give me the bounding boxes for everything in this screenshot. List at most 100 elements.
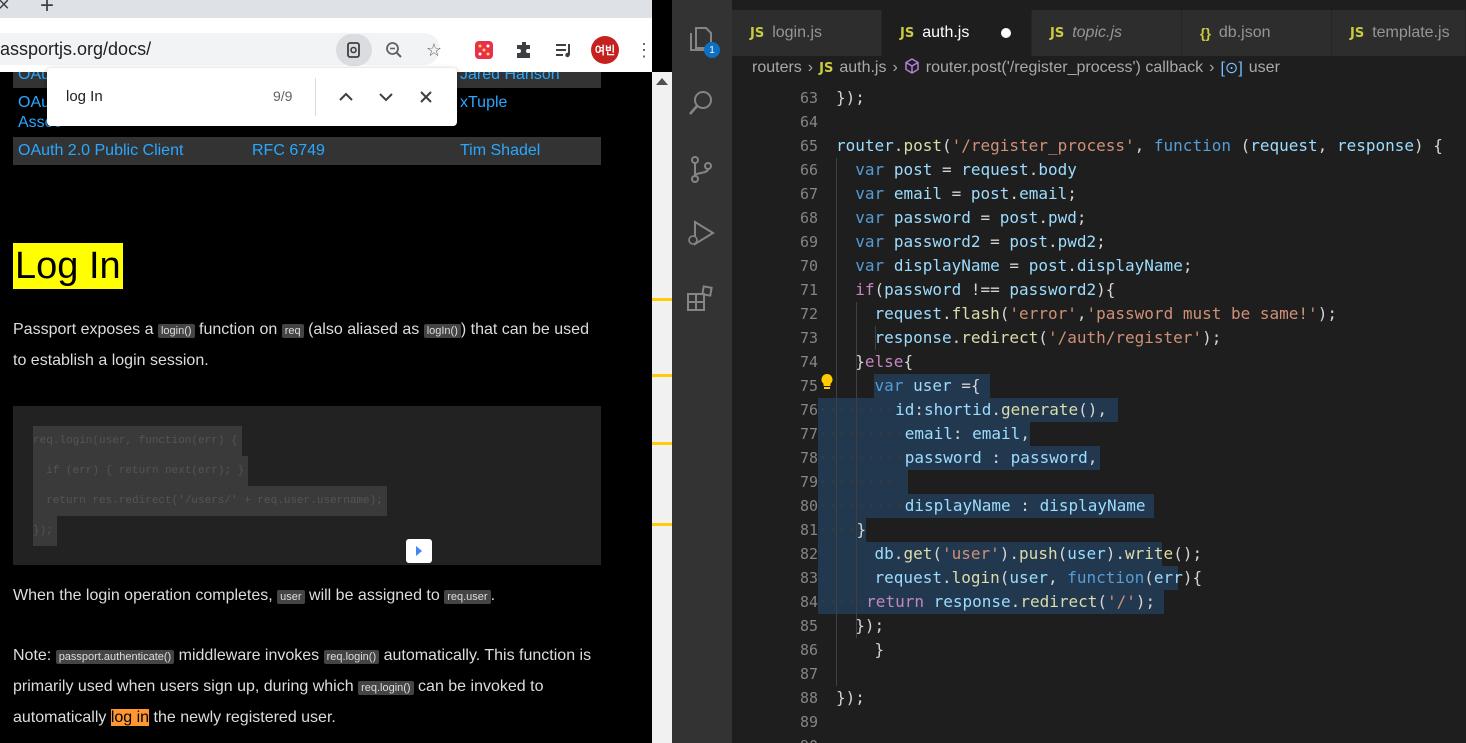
code-line: });	[836, 616, 885, 635]
line-number: 64	[799, 113, 818, 131]
table-cell[interactable]: OAu	[18, 72, 50, 84]
table-cell[interactable]: xTuple	[460, 94, 507, 112]
js-file-icon: JS	[1350, 25, 1365, 41]
line-number: 90	[758, 734, 818, 743]
media-queue-icon[interactable]	[552, 38, 576, 62]
inline-code: user	[277, 590, 305, 604]
table-cell[interactable]: RFC 6749	[252, 142, 325, 160]
code-block: req.login(user, function(err) { if (err)…	[13, 406, 601, 565]
line-number: 89	[799, 713, 818, 731]
line-number: 70	[799, 257, 818, 275]
text: the newly registered user.	[149, 709, 336, 726]
line-number: 87	[799, 665, 818, 683]
table-cell[interactable]: OAu	[18, 94, 50, 112]
variable-icon: [⊙]	[1220, 60, 1243, 77]
find-marker	[652, 442, 672, 445]
code-line: response.redirect('/auth/register');	[874, 328, 1222, 347]
inline-code: passport.authenticate()	[55, 650, 175, 664]
tab-template-js[interactable]: JS template.js	[1332, 10, 1466, 56]
line-number: 83	[799, 569, 818, 587]
code-line: ·····return response.redirect('/');	[818, 592, 1156, 611]
tab-db-json[interactable]: {} db.json	[1182, 10, 1332, 56]
table-cell[interactable]: OAuth 2.0 Public Client	[18, 142, 183, 160]
inline-code: req	[281, 324, 304, 338]
editor-tabs: JS login.js JS auth.js JS topic.js {} db.jso…	[732, 10, 1466, 56]
unsaved-dot-icon[interactable]	[1001, 28, 1012, 38]
chevron-right-icon: ›	[1209, 59, 1215, 76]
code-line: ·········email: email,	[818, 424, 1030, 443]
chevron-right-icon: ›	[807, 59, 814, 76]
tab-auth-js[interactable]: JS auth.js	[882, 10, 1032, 56]
paragraph-login: Passport exposes a login() function on r…	[13, 315, 603, 376]
tab-label: login.js	[772, 24, 823, 41]
js-file-icon: JS	[1050, 25, 1065, 41]
method-cube-icon	[904, 57, 920, 79]
breadcrumb-variable[interactable]: user	[1249, 59, 1280, 77]
js-file-icon: JS	[819, 60, 834, 76]
line-number: 81	[799, 521, 818, 539]
find-marker	[652, 298, 672, 301]
line-number: 82	[799, 545, 818, 563]
bookmark-star-icon[interactable]: ☆	[422, 38, 446, 62]
chevron-down-icon[interactable]	[373, 84, 399, 110]
json-file-icon: {}	[1200, 25, 1211, 41]
line-number: 74	[799, 353, 818, 371]
code-line: var password2 = post.pwd2;	[855, 232, 1106, 251]
profile-avatar[interactable]: 여빈	[591, 36, 619, 64]
tab-label: db.json	[1218, 24, 1271, 41]
page-search-icon[interactable]	[342, 38, 366, 62]
scroll-up-arrow-icon[interactable]	[656, 78, 668, 85]
js-file-icon: JS	[900, 25, 915, 41]
line-number: 72	[799, 305, 818, 323]
close-icon[interactable]	[413, 84, 439, 110]
tab-label: template.js	[1372, 24, 1450, 41]
breadcrumb-file[interactable]: auth.js	[839, 59, 886, 77]
extension-grid-icon[interactable]	[472, 38, 496, 62]
chevron-up-icon[interactable]	[333, 84, 359, 110]
table-cell[interactable]: Tim Shadel	[460, 142, 540, 160]
breadcrumb: routers › JS auth.js › router.post('/reg…	[752, 56, 1280, 80]
text: Note:	[13, 647, 56, 664]
code-line: req.login(user, function(err) {	[33, 426, 242, 456]
new-tab-button[interactable]: +	[40, 0, 54, 20]
url-text[interactable]: assportjs.org/docs/	[0, 39, 151, 60]
close-tab-icon[interactable]: ×	[0, 0, 10, 17]
browser-scrollbar[interactable]	[652, 72, 672, 743]
code-line: var user ={	[874, 376, 981, 395]
chevron-right-icon: ›	[892, 59, 898, 76]
line-number: 63	[799, 89, 818, 107]
line-number: 67	[799, 185, 818, 203]
line-number: 78	[799, 449, 818, 467]
find-input[interactable]: log In	[66, 88, 103, 105]
source-control-icon[interactable]	[686, 154, 718, 186]
breadcrumb-folder[interactable]: routers	[752, 59, 802, 77]
code-line: router.post('/register_process', functio…	[836, 136, 1443, 155]
code-line: if(password !== password2){	[855, 280, 1116, 299]
inline-code: req.login()	[358, 681, 414, 695]
tab-label: auth.js	[922, 24, 970, 41]
find-highlight: log in	[110, 709, 150, 726]
extensions-puzzle-icon[interactable]	[512, 38, 536, 62]
code-line: if (err) { return next(err); }	[33, 456, 249, 486]
code-line: request.flash('error','password must be …	[874, 304, 1337, 323]
code-line: var password = post.pwd;	[855, 208, 1087, 227]
extensions-icon[interactable]	[686, 284, 718, 316]
inline-code: req.login()	[323, 650, 380, 664]
section-heading: Log In	[13, 243, 123, 289]
zoom-icon[interactable]	[382, 38, 406, 62]
lightbulb-icon[interactable]	[820, 373, 834, 391]
search-icon[interactable]	[686, 88, 718, 120]
run-debug-icon[interactable]	[686, 218, 718, 250]
code-line: });	[836, 688, 865, 707]
floating-widget-icon[interactable]	[406, 539, 432, 563]
line-number: 68	[799, 209, 818, 227]
code-line: ········	[818, 472, 896, 491]
tab-login-js[interactable]: JS login.js	[732, 10, 882, 56]
line-number: 79	[799, 473, 818, 491]
breadcrumb-callback[interactable]: router.post('/register_process') callbac…	[926, 59, 1203, 77]
table-cell[interactable]: Jared Hanson	[460, 72, 560, 84]
browser-toolbar: assportjs.org/docs/ ☆ 여빈 ⋮	[0, 18, 652, 72]
more-menu-icon[interactable]: ⋮	[632, 38, 652, 62]
find-match-count: 9/9	[273, 88, 293, 104]
tab-topic-js[interactable]: JS topic.js	[1032, 10, 1182, 56]
